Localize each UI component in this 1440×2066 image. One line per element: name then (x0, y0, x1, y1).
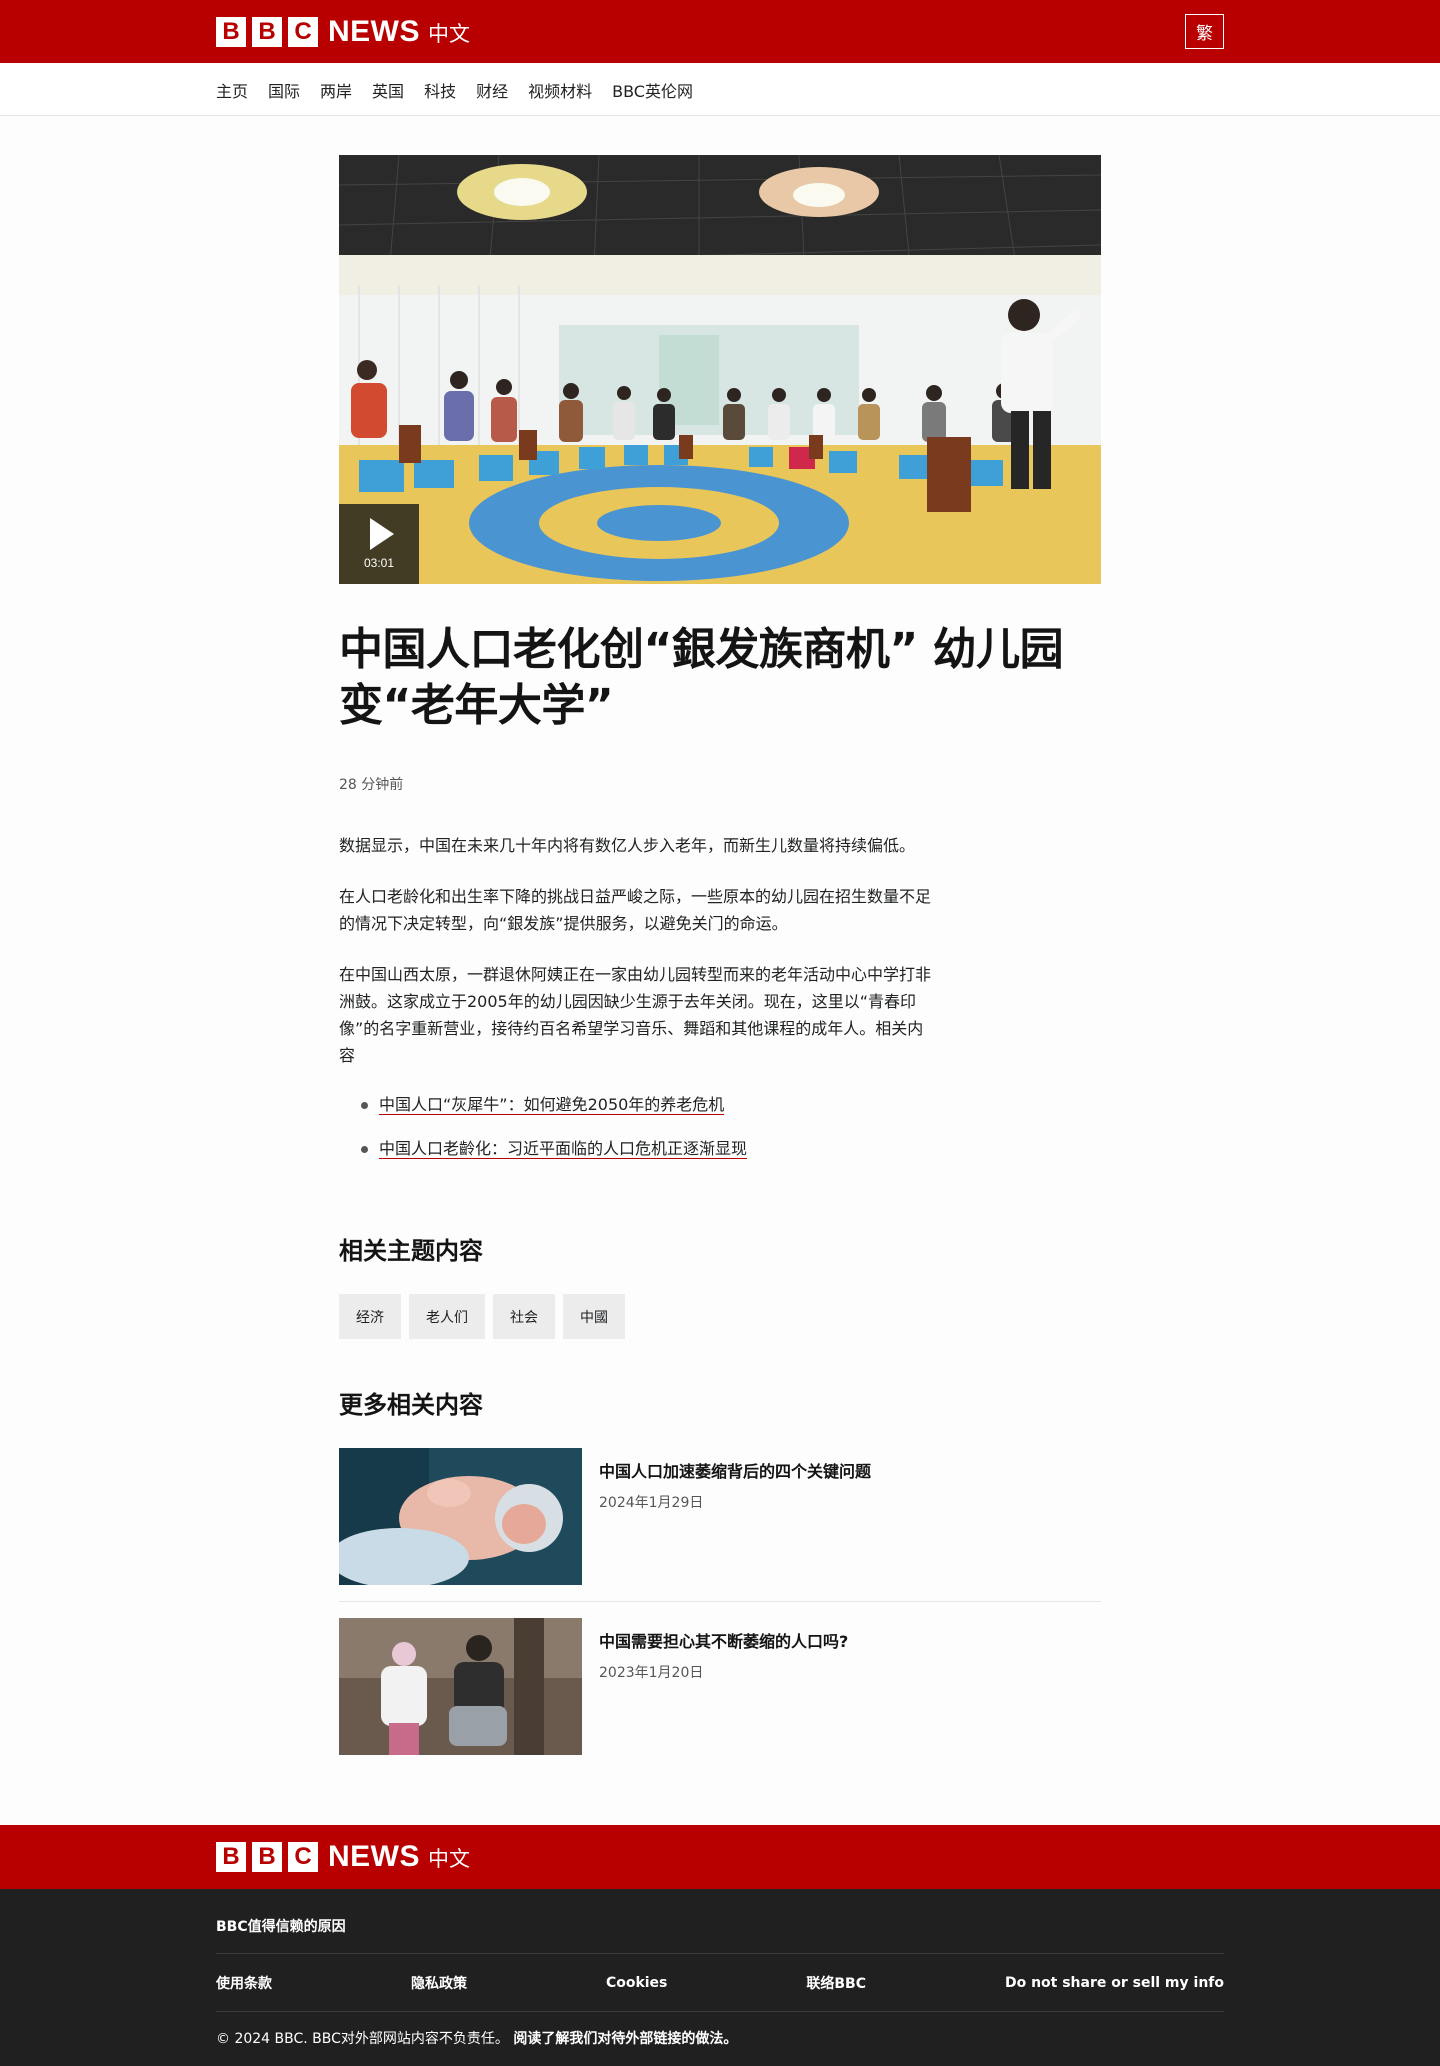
topic-tag-elderly[interactable]: 老人们 (409, 1294, 485, 1339)
logo-news-text: NEWS (328, 14, 420, 48)
related-links-list: 中国人口“灰犀牛”：如何避免2050年的养老危机 中国人口老齡化：习近平面临的人… (359, 1093, 1101, 1161)
traditional-script-toggle[interactable]: 繁 (1185, 14, 1224, 49)
story-card-image (339, 1448, 582, 1585)
site-header: B B C NEWS 中文 繁 主页 国际 两岸 英国 科技 财经 视频材料 B… (0, 0, 1440, 116)
story-card-date: 2024年1月29日 (599, 1495, 704, 1511)
story-card[interactable]: 中国人口加速萎缩背后的四个关键问题 2024年1月29日 (339, 1448, 1101, 1602)
logo-news-text: NEWS (328, 1840, 420, 1873)
story-card-image (339, 1618, 582, 1755)
story-card-date: 2023年1月20日 (599, 1665, 704, 1681)
nav-item-business[interactable]: 财经 (476, 78, 508, 102)
footer-brand-bar: B B C NEWS 中文 (0, 1825, 1440, 1889)
article-paragraph: 在人口老龄化和出生率下降的挑战日益严峻之际，一些原本的幼儿园在招生数量不足的情况… (339, 887, 932, 933)
article-main: 03:01 中国人口老化创“銀发族商机” 幼儿园变“老年大学” 28 分钟前 数… (339, 116, 1101, 1771)
bbc-blocks: B B C (216, 16, 318, 47)
more-content-list: 中国人口加速萎缩背后的四个关键问题 2024年1月29日 中国需要担心其不断萎缩… (339, 1448, 1101, 1771)
story-card[interactable]: 中国需要担心其不断萎缩的人口吗? 2023年1月20日 (339, 1618, 1101, 1771)
related-link-item: 中国人口老齡化：习近平面临的人口危机正逐渐显现 (359, 1137, 1101, 1161)
topic-tag-economy[interactable]: 经济 (339, 1294, 401, 1339)
story-card-title[interactable]: 中国人口加速萎缩背后的四个关键问题 (599, 1458, 871, 1482)
article-body: 数据显示，中国在未来几十年内将有数亿人步入老年，而新生儿数量将持续偏低。 在人口… (339, 832, 934, 1069)
footer-link-terms[interactable]: 使用条款 (216, 1973, 272, 1993)
bbc-block-c: C (288, 16, 318, 47)
video-thumbnail (339, 155, 1101, 584)
nav-item-international[interactable]: 国际 (268, 78, 300, 102)
related-link[interactable]: 中国人口“灰犀牛”：如何避免2050年的养老危机 (379, 1095, 725, 1115)
article-paragraph: 数据显示，中国在未来几十年内将有数亿人步入老年，而新生儿数量将持续偏低。 (339, 836, 916, 855)
why-trust-bbc-link[interactable]: BBC值得信赖的原因 (216, 1889, 1224, 1954)
nav-item-tech[interactable]: 科技 (424, 78, 456, 102)
footer-bbc-news-logo[interactable]: B B C NEWS 中文 (216, 1840, 470, 1874)
related-link-item: 中国人口“灰犀牛”：如何避免2050年的养老危机 (359, 1093, 1101, 1117)
more-content-title: 更多相关内容 (339, 1391, 483, 1419)
article-headline: 中国人口老化创“銀发族商机” 幼儿园变“老年大学” (339, 624, 1064, 731)
site-footer: B B C NEWS 中文 BBC值得信赖的原因 使用条款 隐私政策 Cooki… (0, 1825, 1440, 2066)
footer-links-area: BBC值得信赖的原因 使用条款 隐私政策 Cookies 联络BBC Do no… (0, 1889, 1440, 2066)
article-paragraph: 在中国山西太原，一群退休阿姨正在一家由幼儿园转型而来的老年活动中心中学打非洲鼓。… (339, 965, 932, 1065)
footer-link-contact[interactable]: 联络BBC (806, 1973, 866, 1993)
related-link[interactable]: 中国人口老齡化：习近平面临的人口危机正逐渐显现 (379, 1139, 748, 1159)
nav-item-bbc-uk-china[interactable]: BBC英伦网 (612, 78, 693, 102)
external-links-policy-link[interactable]: 阅读了解我们对待外部链接的做法。 (513, 2031, 737, 2047)
story-card-text: 中国人口加速萎缩背后的四个关键问题 2024年1月29日 (582, 1448, 871, 1585)
nav-item-home[interactable]: 主页 (216, 78, 248, 102)
bbc-blocks: B B C (216, 1842, 318, 1872)
main-navigation: 主页 国际 两岸 英国 科技 财经 视频材料 BBC英伦网 (0, 63, 1440, 116)
bbc-news-logo[interactable]: B B C NEWS 中文 (216, 15, 470, 49)
video-duration: 03:01 (363, 556, 395, 570)
footer-links: 使用条款 隐私政策 Cookies 联络BBC Do not share or … (216, 1954, 1224, 2012)
play-button[interactable]: 03:01 (339, 504, 419, 584)
story-card-title[interactable]: 中国需要担心其不断萎缩的人口吗? (599, 1628, 848, 1652)
play-icon (370, 518, 394, 550)
nav-item-video[interactable]: 视频材料 (528, 78, 592, 102)
footer-link-privacy[interactable]: 隐私政策 (411, 1973, 467, 1993)
footer-link-do-not-sell[interactable]: Do not share or sell my info (1005, 1975, 1224, 1991)
copyright-text: © 2024 BBC. BBC对外部网站内容不负责任。 (216, 2031, 509, 2047)
bbc-block-b1: B (216, 1842, 246, 1872)
topic-tag-china[interactable]: 中國 (563, 1294, 625, 1339)
logo-language-text: 中文 (428, 1847, 470, 1871)
topic-tags: 经济 老人们 社会 中國 (339, 1294, 1101, 1339)
nav-item-uk[interactable]: 英国 (372, 78, 404, 102)
logo-language-text: 中文 (428, 21, 470, 46)
bbc-block-b2: B (252, 16, 282, 47)
brand-bar: B B C NEWS 中文 繁 (0, 0, 1440, 63)
nav-item-cross-strait[interactable]: 两岸 (320, 78, 352, 102)
related-topics-title: 相关主题内容 (339, 1237, 483, 1265)
footer-copyright: © 2024 BBC. BBC对外部网站内容不负责任。 阅读了解我们对待外部链接… (216, 2012, 1224, 2048)
story-card-text: 中国需要担心其不断萎缩的人口吗? 2023年1月20日 (582, 1618, 848, 1755)
article-timestamp: 28 分钟前 (339, 777, 404, 793)
video-player[interactable]: 03:01 (339, 155, 1101, 584)
bbc-block-c: C (288, 1842, 318, 1872)
footer-link-cookies[interactable]: Cookies (606, 1975, 667, 1991)
bbc-block-b2: B (252, 1842, 282, 1872)
bbc-block-b1: B (216, 16, 246, 47)
topic-tag-society[interactable]: 社会 (493, 1294, 555, 1339)
